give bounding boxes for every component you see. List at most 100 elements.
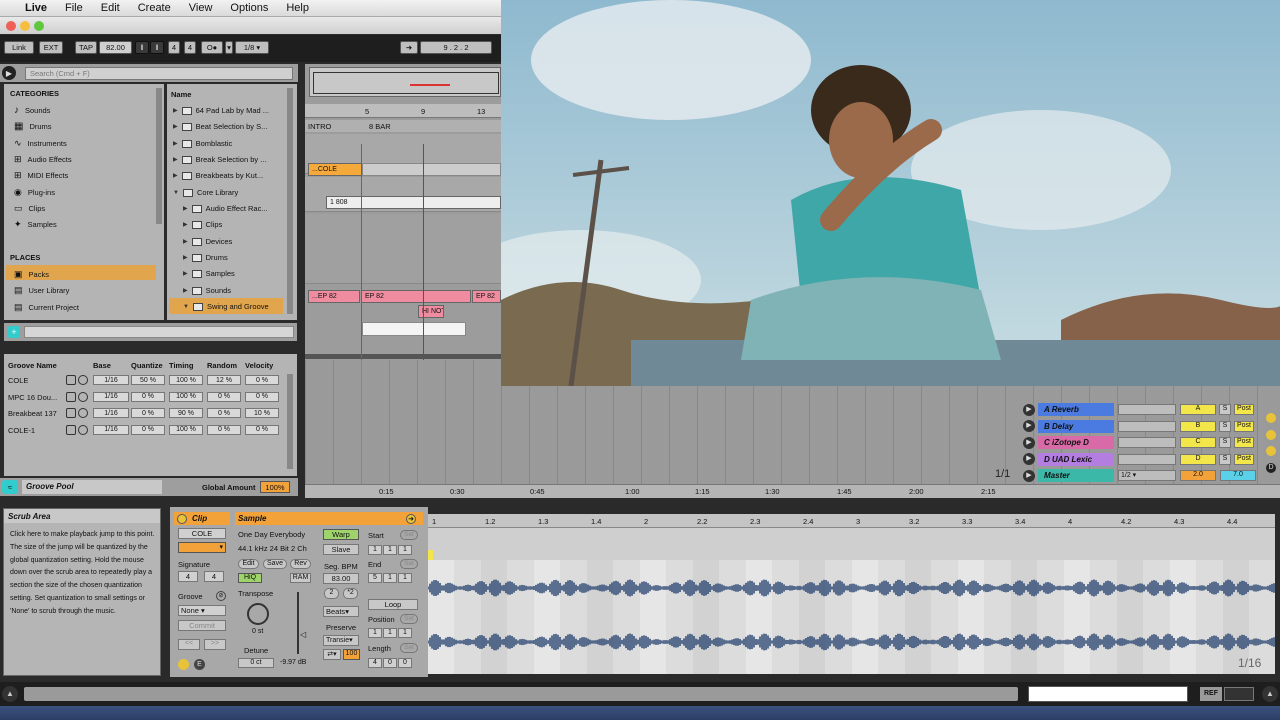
extract-icon[interactable] xyxy=(78,408,88,418)
clip-hat[interactable]: HI NOT xyxy=(418,305,444,318)
tempo-field[interactable]: 82.00 xyxy=(99,41,132,54)
return-send-button[interactable]: B xyxy=(1180,420,1216,432)
file-item[interactable]: ▶ Samples xyxy=(183,269,235,278)
browser-toggle-icon[interactable]: ▶ xyxy=(2,66,16,80)
groove-velocity-field[interactable]: 0 % xyxy=(245,391,279,402)
groove-velocity-field[interactable]: 0 % xyxy=(245,375,279,385)
files-scrollbar[interactable] xyxy=(287,88,293,314)
gain-slider[interactable] xyxy=(297,592,299,654)
groove-row-name[interactable]: Breakbeat 137 xyxy=(8,409,57,418)
track-fold-icon[interactable]: ▶ xyxy=(1023,403,1035,416)
loop-brace-area[interactable] xyxy=(428,528,1275,560)
file-item[interactable]: ▶ Break Selection by ... xyxy=(173,155,267,164)
return-b-indicator-icon[interactable] xyxy=(1266,430,1276,440)
groove-random-field[interactable]: 0 % xyxy=(207,391,241,402)
post-button[interactable]: Post xyxy=(1234,437,1254,448)
metronome-menu-icon[interactable]: ▾ xyxy=(225,41,233,54)
song-position-field[interactable]: 9 . 2 . 2 xyxy=(420,41,492,54)
end-set-button[interactable]: Set xyxy=(400,559,418,569)
return-track-name[interactable]: D UAD Lexic xyxy=(1038,452,1114,466)
groove-quantize-field[interactable]: 0 % xyxy=(131,391,165,402)
clip-cole-continued[interactable] xyxy=(362,163,501,176)
length-set-button[interactable]: Set xyxy=(400,643,418,653)
file-item[interactable]: ▶ Clips xyxy=(183,220,222,229)
clip-cole[interactable]: ...COLE xyxy=(308,163,362,176)
groove-row-name[interactable]: MPC 16 Dou... xyxy=(8,393,57,402)
position-bar-field[interactable]: 1 xyxy=(368,628,382,638)
envelope-percent-field[interactable]: 100 xyxy=(343,649,360,660)
info-toggle-icon[interactable]: ▲ xyxy=(2,686,18,702)
locator-intro[interactable]: INTRO xyxy=(308,122,331,131)
place-current-project[interactable]: ▤ Current Project xyxy=(14,302,79,313)
category-audio-effects[interactable]: ⊞ Audio Effects xyxy=(14,154,72,165)
return-input-field[interactable] xyxy=(1118,420,1176,432)
next-clip-button[interactable]: >> xyxy=(204,639,226,650)
clip-808[interactable]: 1 808 xyxy=(326,196,501,209)
return-send-button[interactable]: A xyxy=(1180,404,1216,415)
file-item[interactable]: ▶ Sounds xyxy=(183,286,231,295)
end-sixteenth-field[interactable]: 1 xyxy=(398,573,412,583)
metronome-icon[interactable]: O● xyxy=(201,41,223,54)
return-input-field[interactable] xyxy=(1118,453,1176,465)
menu-app-name[interactable]: Live xyxy=(16,2,56,14)
preserve-select[interactable]: Transie▾ xyxy=(323,635,359,646)
length-beat-field[interactable]: 0 xyxy=(383,658,397,668)
category-plugins[interactable]: ◉ Plug-ins xyxy=(14,187,55,198)
signature-denominator[interactable]: 4 xyxy=(184,41,196,54)
category-sounds[interactable]: ♪ Sounds xyxy=(14,105,50,116)
start-bar-field[interactable]: 1 xyxy=(368,545,382,555)
groove-base-field[interactable]: 1/16 xyxy=(93,375,129,385)
groove-velocity-field[interactable]: 10 % xyxy=(245,408,279,418)
hot-swap-icon[interactable] xyxy=(66,408,76,418)
file-item-selected[interactable]: ▼ Swing and Groove xyxy=(183,302,269,311)
end-bar-field[interactable]: 5 xyxy=(368,573,382,583)
follow-arrow-icon[interactable]: ➜ xyxy=(400,41,418,54)
waveform-display[interactable] xyxy=(428,560,1275,674)
groove-select[interactable]: None ▾ xyxy=(178,605,226,616)
bar-ruler[interactable]: 5 9 13 xyxy=(305,104,501,118)
master-fold-icon[interactable]: ▶ xyxy=(1023,469,1035,482)
extract-icon[interactable] xyxy=(78,391,88,402)
return-track-row[interactable]: ▶ C iZotope D C S Post xyxy=(1023,435,1254,450)
loop-mode-select[interactable]: ⇄▾ xyxy=(323,649,341,660)
prev-clip-button[interactable]: << xyxy=(178,639,200,650)
name-column-header[interactable]: Name xyxy=(171,90,191,99)
menu-help[interactable]: Help xyxy=(277,2,318,14)
menu-view[interactable]: View xyxy=(180,2,222,14)
warp-mode-select[interactable]: Beats▾ xyxy=(323,606,359,617)
master-volume[interactable]: 7.0 xyxy=(1220,470,1256,481)
close-window-button[interactable] xyxy=(6,21,16,31)
mixer-toggle-icon[interactable]: D xyxy=(1266,463,1276,473)
groove-timing-field[interactable]: 90 % xyxy=(169,408,203,418)
track-lane[interactable] xyxy=(305,214,501,284)
groove-pool-toggle-icon[interactable]: ≈ xyxy=(2,480,18,494)
groove-base-field[interactable]: 1/16 xyxy=(93,424,129,435)
groove-base-field[interactable]: 1/16 xyxy=(93,391,129,402)
return-track-row[interactable]: ▶ B Delay B S Post xyxy=(1023,419,1254,434)
groove-random-field[interactable]: 0 % xyxy=(207,408,241,418)
post-button[interactable]: Post xyxy=(1234,420,1254,432)
link-button[interactable]: Link xyxy=(4,41,34,54)
return-c-indicator-icon[interactable] xyxy=(1266,446,1276,456)
overview-strip[interactable] xyxy=(309,67,501,97)
file-item[interactable]: ▶ 64 Pad Lab by Mad ... xyxy=(173,106,269,115)
category-drums[interactable]: ▦ Drums xyxy=(14,121,52,132)
place-user-library[interactable]: ▤ User Library xyxy=(14,285,69,296)
file-item[interactable]: ▶ Breakbeats by Kut... xyxy=(173,171,263,180)
end-beat-field[interactable]: 1 xyxy=(383,573,397,583)
file-item[interactable]: ▼ Core Library xyxy=(173,188,238,197)
preview-icon[interactable]: + xyxy=(8,326,20,338)
start-sixteenth-field[interactable]: 1 xyxy=(398,545,412,555)
sample-ruler[interactable]: 1 1.2 1.3 1.4 2 2.2 2.3 2.4 3 3.2 3.3 3.4 4 4.2 4.3 4.4 xyxy=(428,514,1275,528)
position-beat-field[interactable]: 1 xyxy=(383,628,397,638)
commit-button[interactable]: Commit xyxy=(178,620,226,631)
track-fold-icon[interactable]: ▶ xyxy=(1023,453,1035,465)
nudge-up-icon[interactable]: ‖ xyxy=(150,41,164,54)
clip-ep-2[interactable]: EP 82 xyxy=(361,290,471,303)
groove-timing-field[interactable]: 100 % xyxy=(169,375,203,385)
envelope-toggle-icon[interactable]: E xyxy=(194,659,205,670)
return-input-field[interactable] xyxy=(1118,404,1176,415)
menu-edit[interactable]: Edit xyxy=(92,2,129,14)
return-input-field[interactable] xyxy=(1118,437,1176,448)
groove-row-name[interactable]: COLE xyxy=(8,376,28,385)
